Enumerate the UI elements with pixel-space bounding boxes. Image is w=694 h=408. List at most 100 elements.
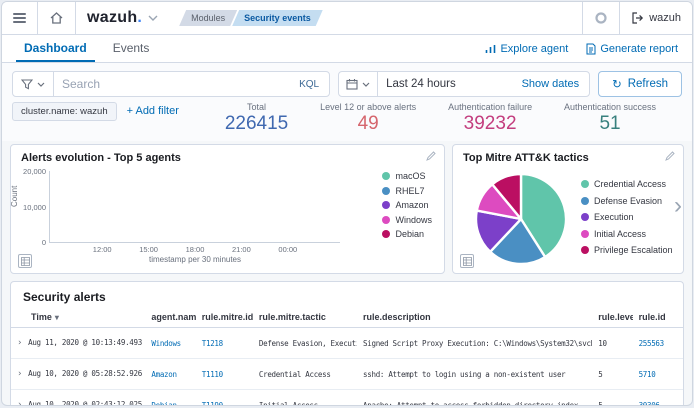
- cell-rule-id: 255563: [633, 328, 683, 359]
- column-header-time[interactable]: Time▾: [11, 309, 145, 328]
- breadcrumb-security-events[interactable]: Security events: [232, 10, 323, 26]
- legend-dot: [382, 172, 390, 180]
- cell-time: ›Aug 10, 2020 @ 05:28:52.926: [11, 359, 145, 390]
- cell-time: ›Aug 11, 2020 @ 10:13:49.493: [11, 328, 145, 359]
- home-button[interactable]: [38, 2, 76, 34]
- legend-item-windows[interactable]: Windows: [382, 215, 432, 225]
- x-axis-title: timestamp per 30 minutes: [50, 255, 340, 264]
- x-tick-label: 15:00: [139, 245, 158, 254]
- rule-id-link[interactable]: 255563: [639, 339, 664, 348]
- edit-panel-icon[interactable]: [665, 151, 675, 161]
- stat-label: Authentication failure: [448, 102, 532, 112]
- legend-item-rhel7[interactable]: RHEL7: [382, 186, 432, 196]
- cell-rule-mitre-id: T1110: [196, 359, 253, 390]
- table-grid-icon: [21, 257, 30, 266]
- legend-item-privilege-escalation[interactable]: Privilege Escalation: [581, 245, 673, 255]
- breadcrumb-modules[interactable]: Modules: [179, 10, 237, 26]
- legend-label: Privilege Escalation: [594, 245, 673, 255]
- legend-item-execution[interactable]: Execution: [581, 212, 673, 222]
- stat-value: 226415: [225, 113, 288, 135]
- rule-id-link[interactable]: 5710: [639, 370, 656, 379]
- legend-dot: [581, 213, 589, 221]
- query-menu-button[interactable]: [13, 72, 54, 96]
- agent-stats-icon: [485, 44, 496, 54]
- column-header-rule-level[interactable]: rule.level: [592, 309, 632, 328]
- mitre-tactics-panel: Top Mitre ATT&K tactics Credential Acces…: [452, 144, 684, 274]
- row-expand-icon[interactable]: ›: [17, 400, 22, 406]
- time-range-value[interactable]: Last 24 hours: [378, 78, 512, 90]
- pie-chart[interactable]: [473, 171, 569, 267]
- column-header-rule-mitre-tactic[interactable]: rule.mitre.tactic: [253, 309, 357, 328]
- legend-item-credential-access[interactable]: Credential Access: [581, 179, 673, 189]
- y-tick-label: 0: [42, 238, 46, 247]
- legend-item-amazon[interactable]: Amazon: [382, 200, 432, 210]
- add-filter-button[interactable]: + Add filter: [127, 105, 179, 117]
- wazuh-logo[interactable]: wazuh.: [76, 2, 169, 34]
- pie-chart-legend: Credential Access Defense Evasion Executio…: [581, 179, 673, 255]
- sort-desc-icon[interactable]: ▾: [55, 313, 59, 322]
- tab-dashboard[interactable]: Dashboard: [16, 35, 95, 62]
- mitre-id-link[interactable]: T1190: [202, 401, 223, 407]
- table-row: ›Aug 10, 2020 @ 05:28:52.926 Amazon T1110 C…: [11, 359, 683, 390]
- x-tick-label: 18:00: [186, 245, 205, 254]
- stat-label: Total: [225, 102, 288, 112]
- agent-link[interactable]: Windows: [151, 339, 181, 348]
- table-row: ›Aug 11, 2020 @ 10:13:49.493 Windows T1218…: [11, 328, 683, 359]
- column-header-agent-name[interactable]: agent.name: [145, 309, 195, 328]
- table-grid-icon: [463, 257, 472, 266]
- cell-rule-mitre-tactic: Initial Access: [253, 390, 357, 407]
- legend-dot: [581, 197, 589, 205]
- kql-toggle[interactable]: KQL: [289, 79, 329, 90]
- legend-label: Windows: [395, 215, 432, 225]
- stat-authentication-failure: Authentication failure39232: [448, 102, 532, 135]
- search-input[interactable]: [54, 77, 289, 91]
- refresh-icon: ↻: [612, 77, 622, 91]
- security-alerts-panel: Security alerts Time▾agent.namerule.mitr…: [10, 281, 684, 406]
- generate-report-button[interactable]: Generate report: [586, 43, 678, 55]
- stat-value: 49: [320, 113, 416, 135]
- explore-agent-button[interactable]: Explore agent: [485, 43, 568, 55]
- gear-icon: [594, 11, 608, 25]
- date-picker: Last 24 hours Show dates: [338, 71, 590, 97]
- date-quick-menu-button[interactable]: [339, 72, 378, 96]
- column-header-rule-mitre-id[interactable]: rule.mitre.id: [196, 309, 253, 328]
- legend-item-macos[interactable]: macOS: [382, 171, 432, 181]
- refresh-button[interactable]: ↻ Refresh: [598, 71, 682, 97]
- app-window: wazuh. Modules Security events wazuh Das…: [1, 1, 693, 406]
- filter-pill-cluster-name[interactable]: cluster.name: wazuh: [12, 102, 117, 121]
- rule-id-link[interactable]: 30306: [639, 401, 660, 407]
- mitre-id-link[interactable]: T1218: [202, 339, 223, 348]
- user-menu-button[interactable]: wazuh: [619, 2, 692, 34]
- cell-rule-description: sshd: Attempt to login using a non-exist…: [357, 359, 592, 390]
- edit-panel-icon[interactable]: [426, 151, 436, 161]
- panel-title: Top Mitre ATT&K tactics: [453, 145, 683, 164]
- mitre-id-link[interactable]: T1110: [202, 370, 223, 379]
- inspect-data-button[interactable]: [460, 254, 474, 268]
- row-expand-icon[interactable]: ›: [17, 369, 22, 379]
- y-axis-title: Count: [10, 186, 19, 207]
- cell-rule-mitre-tactic: Credential Access: [253, 359, 357, 390]
- menu-button[interactable]: [2, 2, 38, 34]
- legend-dot: [581, 180, 589, 188]
- legend-item-initial-access[interactable]: Initial Access: [581, 229, 673, 239]
- tab-events[interactable]: Events: [105, 35, 158, 62]
- inspect-data-button[interactable]: [18, 254, 32, 268]
- health-check-button[interactable]: [582, 2, 619, 34]
- legend-item-defense-evasion[interactable]: Defense Evasion: [581, 196, 673, 206]
- cell-agent-name: Debian: [145, 390, 195, 407]
- search-box: KQL: [12, 71, 330, 97]
- column-header-rule-description[interactable]: rule.description: [357, 309, 592, 328]
- carousel-next-icon[interactable]: ›: [674, 194, 682, 218]
- column-header-rule-id[interactable]: rule.id: [633, 309, 683, 328]
- logout-icon: [631, 12, 644, 24]
- legend-item-debian[interactable]: Debian: [382, 229, 432, 239]
- alerts-evolution-panel: Alerts evolution - Top 5 agents Count ti…: [10, 144, 445, 274]
- agent-link[interactable]: Amazon: [151, 370, 176, 379]
- row-expand-icon[interactable]: ›: [17, 338, 22, 348]
- report-document-icon: [586, 43, 596, 55]
- logo-dot: .: [137, 9, 142, 26]
- cell-rule-level: 5: [592, 359, 632, 390]
- agent-link[interactable]: Debian: [151, 401, 176, 407]
- y-tick-label: 10,000: [23, 203, 46, 212]
- show-dates-button[interactable]: Show dates: [512, 78, 589, 90]
